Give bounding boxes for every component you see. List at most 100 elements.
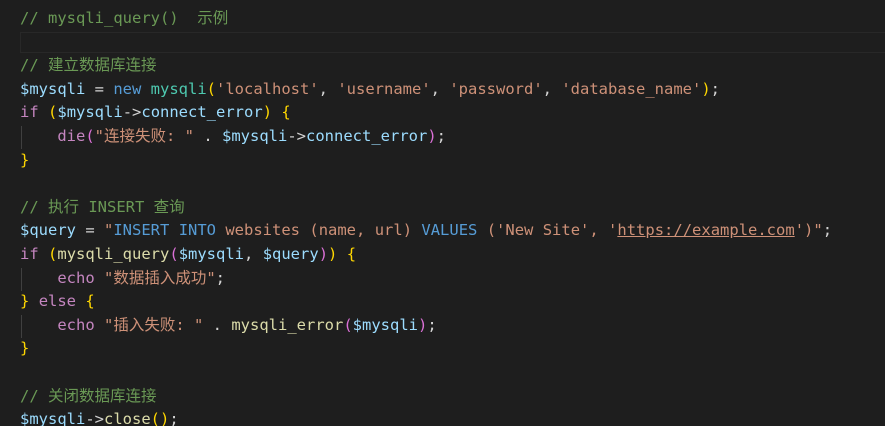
code-token: die [57, 127, 86, 145]
code-token: connect_error [306, 127, 428, 145]
code-token: "插入失败: " [104, 315, 204, 334]
code-token: $mysqli [57, 103, 123, 122]
code-token: ; [169, 410, 179, 426]
code-token: 'New Site' [496, 221, 590, 240]
code-token: websites [216, 221, 310, 240]
code-line[interactable]: // 执行 INSERT 查询 [0, 196, 885, 220]
code-token: // mysqli_query() 示例 [20, 9, 229, 27]
code-token: ( [85, 127, 95, 145]
code-token: $mysqli [178, 245, 245, 263]
code-token: -> [85, 410, 104, 426]
code-token: $query [262, 245, 319, 263]
code-line[interactable]: } [0, 337, 885, 361]
code-token: // 建立数据库连接 [20, 56, 157, 75]
code-token: https://example.com [617, 221, 795, 240]
code-token: ) [160, 410, 170, 426]
code-token: -> [287, 127, 306, 145]
code-token: ; [822, 221, 833, 240]
code-token: . [203, 315, 232, 334]
code-line[interactable]: $query = "INSERT INTO websites (name, ur… [0, 219, 885, 243]
code-token: "连接失败: " [94, 127, 194, 145]
code-token: , [244, 245, 263, 263]
code-line[interactable]: // 关闭数据库连接 [0, 385, 885, 409]
code-token: } [20, 292, 30, 311]
code-token: , [318, 79, 338, 98]
code-line[interactable] [0, 172, 885, 196]
code-token: = [76, 221, 104, 240]
code-token: { [85, 292, 95, 311]
code-token: } [20, 339, 30, 358]
code-line[interactable]: $mysqli->close(); [0, 408, 885, 426]
code-token: 'localhost' [216, 79, 319, 98]
code-token: ( [206, 79, 217, 98]
code-token: $mysqli [352, 315, 418, 334]
code-line[interactable] [0, 31, 885, 55]
code-token: ; [427, 315, 437, 334]
code-token: ; [215, 268, 226, 287]
code-token: // 关闭数据库连接 [20, 386, 157, 405]
code-token: ( [477, 221, 497, 240]
code-token: ( [169, 245, 179, 263]
code-token: ) [701, 79, 711, 98]
code-token: ( [150, 410, 161, 426]
code-token: } [20, 150, 30, 169]
code-token: echo [57, 315, 95, 334]
code-editor[interactable]: // mysqli_query() 示例 // 建立数据库连接 $mysqli = … [0, 0, 885, 426]
code-token: if [20, 245, 39, 263]
code-line[interactable]: // 建立数据库连接 [0, 54, 885, 78]
code-token: mysqli [150, 79, 207, 98]
code-line[interactable]: echo "数据插入成功"; [0, 267, 885, 291]
code-token: ) [328, 245, 338, 263]
code-token: url [374, 221, 403, 240]
code-token: . [194, 127, 222, 145]
code-token: ( [48, 103, 58, 122]
code-token: , [430, 79, 450, 98]
code-token: ( [309, 221, 319, 240]
code-line[interactable] [0, 361, 885, 385]
code-line[interactable]: if ($mysqli->connect_error) { [0, 101, 885, 125]
code-token: mysqli_error [231, 315, 344, 334]
code-line[interactable]: // mysqli_query() 示例 [0, 7, 885, 31]
code-token: $mysqli [222, 127, 288, 145]
code-token: // 执行 INSERT 查询 [20, 197, 185, 216]
code-token: INSERT [113, 221, 170, 240]
code-token: $mysqli [20, 79, 86, 98]
code-token: , ' [589, 221, 618, 240]
code-token: ; [436, 127, 447, 145]
code-line[interactable]: die("连接失败: " . $mysqli->connect_error); [0, 125, 885, 149]
code-line[interactable]: } else { [0, 290, 885, 314]
code-token: ( [48, 245, 58, 263]
code-token: ) [427, 127, 437, 145]
code-line[interactable]: echo "插入失败: " . mysqli_error($mysqli); [0, 314, 885, 338]
code-token: else [38, 292, 77, 311]
code-token: ) [402, 221, 413, 240]
code-token: "数据插入成功" [104, 268, 216, 287]
code-token: name [318, 221, 357, 240]
code-token: mysqli_query [57, 245, 170, 263]
code-token: { [346, 245, 357, 263]
code-token: connect_error [141, 103, 263, 122]
code-token: 'database_name' [561, 79, 702, 98]
code-token: 'username' [337, 79, 431, 98]
code-token: close [104, 410, 151, 426]
code-token: -> [122, 103, 142, 122]
code-token: 'password' [449, 79, 543, 98]
code-token: if [20, 103, 39, 122]
code-line[interactable]: if (mysqli_query($mysqli, $query)) { [0, 243, 885, 267]
code-line[interactable]: $mysqli = new mysqli('localhost', 'usern… [0, 78, 885, 102]
code-token: " [104, 221, 114, 240]
code-token: , [356, 221, 375, 240]
code-line[interactable]: } [0, 149, 885, 173]
code-token: INTO [178, 221, 217, 240]
